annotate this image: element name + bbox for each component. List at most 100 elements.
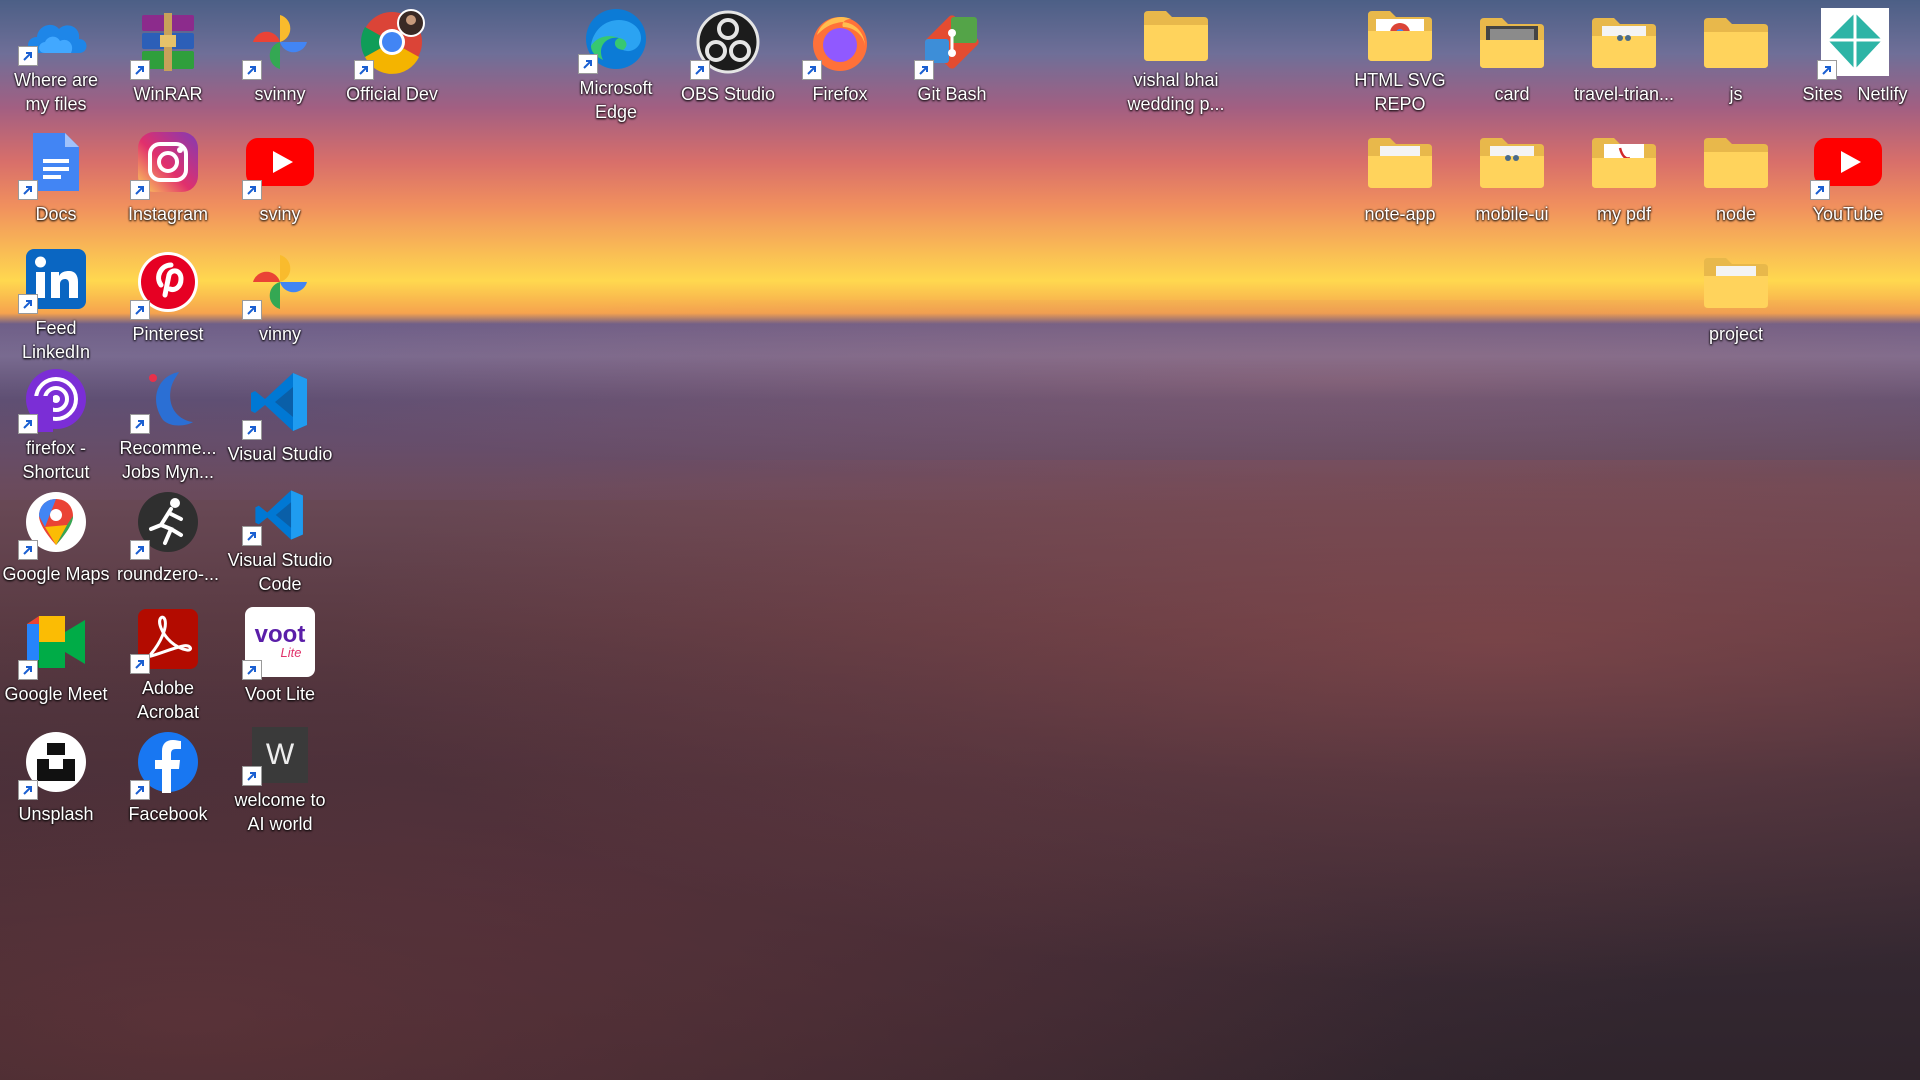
desktop-icon-firefox-shortcut[interactable]: firefox - Shortcut — [0, 360, 112, 482]
desktop-icon-official-dev[interactable]: Official Dev — [336, 0, 448, 116]
facebook-icon — [130, 726, 204, 800]
folder-image-icon — [1476, 6, 1548, 78]
desktop-icon-winrar[interactable]: WinRAR — [112, 0, 224, 116]
vscode-icon — [242, 366, 316, 440]
desktop-icon-recommended-jobs[interactable]: Recomme... Jobs Myn... — [112, 360, 224, 482]
desktop-icon-note-app[interactable]: note-app — [1344, 120, 1456, 236]
icon-label: WinRAR — [133, 84, 203, 104]
shortcut-arrow-icon — [130, 180, 150, 200]
desktop-icon-project[interactable]: project — [1680, 240, 1792, 356]
icon-label: js — [1729, 84, 1743, 104]
google-photos-icon — [242, 246, 316, 320]
desktop-icon-svinny[interactable]: svinny — [224, 0, 336, 116]
desktop-icon-instagram[interactable]: Instagram — [112, 120, 224, 236]
icon-label: Official Dev — [346, 84, 438, 104]
shortcut-arrow-icon — [18, 180, 38, 200]
shortcut-arrow-icon — [130, 300, 150, 320]
desktop-icon-mobile-ui[interactable]: mobile-ui — [1456, 120, 1568, 236]
shortcut-arrow-icon — [242, 180, 262, 200]
icon-label: vishal bhai wedding p... — [1127, 70, 1225, 114]
shortcut-arrow-icon — [18, 46, 38, 66]
desktop-icon-travel-trian[interactable]: travel-trian... — [1568, 0, 1680, 116]
desktop-icon-pinterest[interactable]: Pinterest — [112, 240, 224, 356]
folder-pdf-icon — [1588, 126, 1660, 198]
shortcut-arrow-icon — [802, 60, 822, 80]
desktop-icon-google-maps[interactable]: Google Maps — [0, 480, 112, 596]
desktop-icon-roundzero[interactable]: roundzero-... — [112, 480, 224, 596]
runner-icon — [130, 486, 204, 560]
icon-label: my pdf — [1596, 204, 1652, 224]
desktop-icon-my-pdf[interactable]: my pdf — [1568, 120, 1680, 236]
desktop-icon-docs[interactable]: Docs — [0, 120, 112, 236]
desktop-icon-unsplash[interactable]: Unsplash — [0, 720, 112, 836]
winrar-icon — [130, 6, 204, 80]
icon-label: Adobe Acrobat — [136, 678, 200, 722]
w-letter-icon: W — [242, 726, 316, 786]
icon-label: Google Maps — [2, 564, 110, 584]
voot-wordmark: voot — [254, 621, 306, 648]
folder-icon — [1700, 126, 1772, 198]
icon-label: Unsplash — [18, 804, 94, 824]
desktop-icon-node[interactable]: node — [1680, 120, 1792, 236]
youtube-icon — [1810, 126, 1884, 200]
shortcut-arrow-icon — [242, 660, 262, 680]
desktop-icon-facebook[interactable]: Facebook — [112, 720, 224, 836]
google-meet-icon — [18, 606, 92, 680]
desktop-icon-sites-netlify[interactable]: Sites Netlify — [1790, 0, 1920, 116]
desktop-icon-adobe-acrobat[interactable]: Adobe Acrobat — [112, 600, 224, 722]
icon-label: Sites Netlify — [1802, 84, 1908, 104]
desktop-icon-microsoft-edge[interactable]: Microsoft Edge — [560, 0, 672, 122]
icon-label: card — [1494, 84, 1530, 104]
desktop-icon-youtube[interactable]: YouTube — [1792, 120, 1904, 236]
desktop-icon-vinny[interactable]: vinny — [224, 240, 336, 356]
voot-sub-wordmark: Lite — [280, 645, 302, 660]
desktop-icon-html-svg-repo[interactable]: HTML SVG REPO — [1344, 0, 1456, 116]
shortcut-arrow-icon — [578, 54, 598, 74]
unsplash-icon — [18, 726, 92, 800]
icon-label: sviny — [259, 204, 301, 224]
myntra-icon — [130, 366, 204, 434]
shortcut-arrow-icon — [1817, 60, 1837, 80]
desktop-icon-google-meet[interactable]: Google Meet — [0, 600, 112, 716]
git-icon — [914, 6, 988, 80]
desktop-icon-where-are-my-files[interactable]: Where are my files — [0, 0, 112, 116]
edge-icon — [578, 6, 652, 74]
folder-chrome-icon — [1364, 6, 1436, 64]
desktop-icon-sviny[interactable]: sviny — [224, 120, 336, 236]
desktop-icon-vishal-bhai-wedding[interactable]: vishal bhai wedding p... — [1120, 0, 1232, 116]
folder-icon — [1700, 6, 1772, 78]
folder-icon — [1140, 6, 1212, 64]
desktop-icon-visual-studio[interactable]: Visual Studio — [224, 360, 336, 476]
folder-people-icon — [1588, 6, 1660, 78]
icon-label: YouTube — [1812, 204, 1884, 224]
icon-label: Microsoft Edge — [579, 78, 653, 122]
shortcut-arrow-icon — [18, 294, 38, 314]
google-photos-icon — [242, 6, 316, 80]
onedrive-cloud-icon — [18, 6, 92, 66]
icon-label: Firefox — [812, 84, 868, 104]
acrobat-icon — [130, 606, 204, 674]
firefox-icon — [802, 6, 876, 80]
icon-label: note-app — [1364, 204, 1436, 224]
shortcut-arrow-icon — [130, 60, 150, 80]
shortcut-arrow-icon — [18, 540, 38, 560]
desktop-icon-obs-studio[interactable]: OBS Studio — [672, 0, 784, 116]
icon-label: Visual Studio — [227, 444, 333, 464]
desktop-icon-feed-linkedin[interactable]: Feed LinkedIn — [0, 240, 112, 362]
desktop-icon-js[interactable]: js — [1680, 0, 1792, 116]
firefox-podcast-icon — [18, 366, 92, 434]
icon-label: firefox - Shortcut — [22, 438, 90, 482]
desktop-icon-welcome-to-ai-world[interactable]: W welcome to AI world — [224, 720, 336, 836]
shortcut-arrow-icon — [242, 526, 262, 546]
icon-label: node — [1715, 204, 1757, 224]
desktop-icon-card[interactable]: card — [1456, 0, 1568, 116]
chrome-profile-icon — [354, 6, 428, 80]
shortcut-arrow-icon — [354, 60, 374, 80]
desktop-icon-firefox[interactable]: Firefox — [784, 0, 896, 116]
desktop-icon-visual-studio-code[interactable]: Visual Studio Code — [224, 480, 336, 596]
desktop-icon-git-bash[interactable]: Git Bash — [896, 0, 1008, 116]
google-docs-icon — [18, 126, 92, 200]
desktop-icon-voot-lite[interactable]: voot Lite Voot Lite — [224, 600, 336, 716]
shortcut-arrow-icon — [18, 780, 38, 800]
icon-label: Pinterest — [132, 324, 204, 344]
